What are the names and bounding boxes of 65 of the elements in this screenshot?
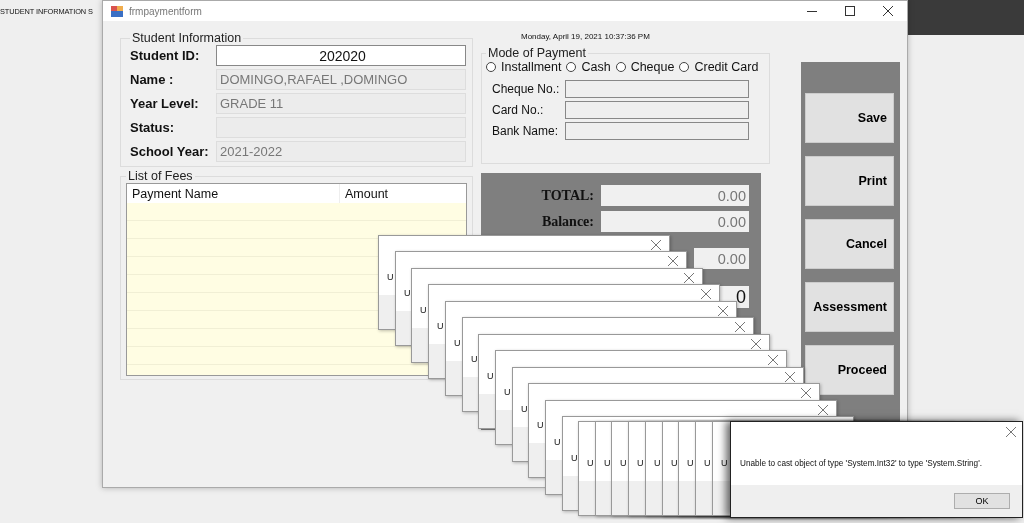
dialog-message: U xyxy=(404,288,411,298)
dialog-message: U xyxy=(604,458,611,468)
window-title: frmpaymentform xyxy=(129,5,202,17)
dialog-message: U xyxy=(620,458,627,468)
dialog-message: U xyxy=(537,420,544,430)
dialog-message: U xyxy=(521,404,528,414)
dialog-message: U xyxy=(704,458,711,468)
dialog-message: U xyxy=(721,458,728,468)
dialog-message: U xyxy=(571,453,578,463)
action-button[interactable]: Save xyxy=(805,93,894,143)
dialog-message: U xyxy=(637,458,644,468)
total-label: TOTAL: xyxy=(541,187,594,204)
field-label: Student ID: xyxy=(130,48,201,63)
dialog-message: U xyxy=(387,272,394,282)
total-label: Balance: xyxy=(541,213,594,230)
dialog-message: U xyxy=(654,458,661,468)
field-label: Status: xyxy=(130,120,176,135)
maximize-icon[interactable] xyxy=(845,6,855,16)
field-label: Card No.: xyxy=(492,103,545,117)
input-field[interactable] xyxy=(565,122,749,140)
field-label: Year Level: xyxy=(130,96,200,111)
column-header[interactable]: Amount xyxy=(340,184,466,203)
dialog-message: U xyxy=(454,338,461,348)
radio-option[interactable]: Credit Card xyxy=(679,60,759,74)
input-field[interactable] xyxy=(565,80,749,98)
dialog-message: U xyxy=(504,387,511,397)
input-field[interactable]: 202020 xyxy=(216,45,466,66)
action-button[interactable]: Cancel xyxy=(805,219,894,269)
radio-icon[interactable] xyxy=(486,62,496,72)
dialog-message: U xyxy=(420,305,427,315)
date-time: Monday, April 19, 2021 10:37:36 PM xyxy=(520,31,651,43)
readonly-field: GRADE 11 xyxy=(216,93,466,114)
dialog-message: U xyxy=(471,354,478,364)
amount-field: 0.00 xyxy=(694,248,749,269)
radio-option[interactable]: Installment xyxy=(486,60,562,74)
field-label: Cheque No.: xyxy=(492,82,561,96)
radio-icon[interactable] xyxy=(566,62,577,72)
amount-field: 0.00 xyxy=(601,185,749,206)
app-icon xyxy=(111,5,123,17)
group-title: Mode of Payment xyxy=(487,46,587,60)
field-label: School Year: xyxy=(130,144,210,159)
action-button[interactable]: Print xyxy=(805,156,894,206)
readonly-field: 2021-2022 xyxy=(216,141,466,162)
dialog-message: U xyxy=(437,321,444,331)
close-icon[interactable] xyxy=(883,6,893,16)
action-button[interactable]: Proceed xyxy=(805,345,894,395)
amount-field: 0.00 xyxy=(601,211,749,232)
action-button[interactable]: Assessment xyxy=(805,282,894,332)
dialog-message: Unable to cast object of type 'System.Int32' to type 'System.String'. xyxy=(740,459,982,468)
radio-option[interactable]: Cash xyxy=(566,60,611,74)
ok-button[interactable]: OK xyxy=(954,493,1010,509)
group-title: Student Information xyxy=(131,31,243,45)
dialog-message: U xyxy=(671,458,678,468)
radio-icon[interactable] xyxy=(679,62,690,72)
group-title: List of Fees xyxy=(127,169,194,183)
radio-icon[interactable] xyxy=(615,62,626,72)
dialog-message: U xyxy=(687,458,694,468)
field-label: Name : xyxy=(130,72,175,87)
readonly-field: DOMINGO,RAFAEL ,DOMINGO xyxy=(216,69,466,90)
field-label: Bank Name: xyxy=(492,124,560,138)
dialog-message: U xyxy=(554,437,561,447)
dialog-message: U xyxy=(587,458,594,468)
dialog-message: U xyxy=(487,371,494,381)
input-field[interactable] xyxy=(565,101,749,119)
radio-option[interactable]: Cheque xyxy=(615,60,675,74)
